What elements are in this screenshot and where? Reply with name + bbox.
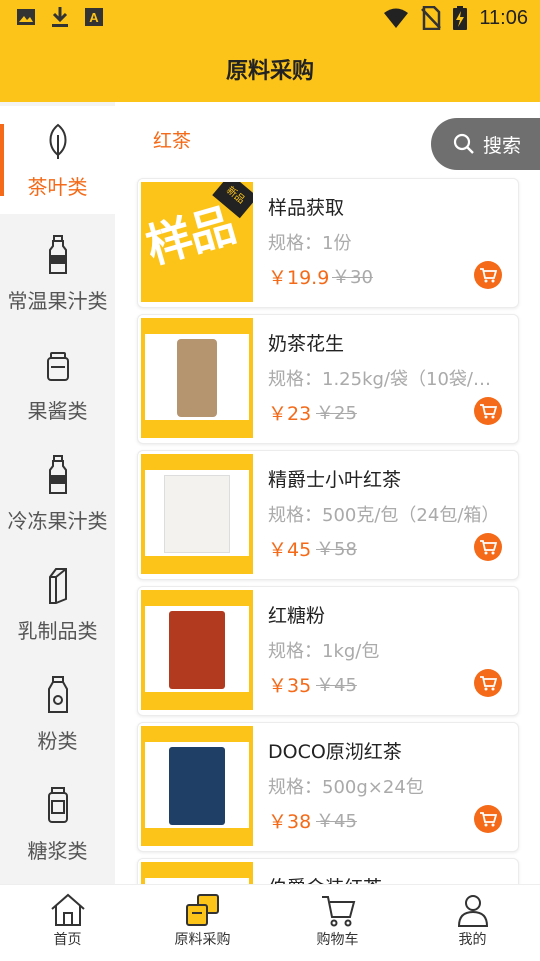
product-image: 样品 新品 [141, 182, 253, 302]
status-right-icons: 11:06 [383, 6, 528, 30]
app-header: 原料采购 [0, 36, 540, 102]
sidebar-item-jam[interactable]: 果酱类 [0, 330, 115, 438]
product-image [141, 590, 253, 710]
product-card[interactable]: DOCO原沏红茶 规格：500g×24包 ￥38 ￥45 [137, 722, 519, 852]
image-icon [17, 9, 35, 25]
no-sim-icon [421, 6, 442, 30]
bottle-icon [48, 234, 67, 274]
product-name: 红糖粉 [268, 605, 326, 627]
product-image [141, 726, 253, 846]
product-original-price: ￥45 [316, 675, 357, 696]
product-card[interactable]: 奶茶花生 规格：1.25kg/袋（10袋/… ￥23 ￥25 [137, 314, 519, 444]
status-left-icons: A [16, 6, 104, 28]
leaf-icon [49, 123, 66, 159]
cart-icon [480, 404, 497, 419]
battery-charging-icon [453, 6, 468, 30]
product-card[interactable]: 精爵士小叶红茶 规格：500克/包（24包/箱） ￥45 ￥58 [137, 450, 519, 580]
wifi-icon [384, 8, 409, 28]
product-name: 伯爵金装红茶 [268, 873, 382, 884]
tab-label: 购物车 [316, 932, 359, 948]
cart-icon [480, 676, 497, 691]
cart-icon [321, 896, 355, 927]
product-name: DOCO原沏红茶 [268, 741, 402, 763]
product-card[interactable]: 伯爵金装红茶 [137, 858, 519, 884]
sidebar-item-label: 冷冻果汁类 [7, 508, 108, 533]
home-icon [50, 893, 85, 926]
product-spec: 规格：1kg/包 [268, 641, 380, 662]
sidebar-item-ambient-juice[interactable]: 常温果汁类 [0, 220, 115, 328]
add-to-cart-button[interactable] [474, 261, 502, 289]
product-panel: 红茶 搜索 样品 新品 样品获取 规格：1份 ￥19.9 ￥30 奶茶花生 规格：… [115, 102, 540, 884]
bottom-tab-bar: 首页 原料采购 购物车 我的 [0, 884, 540, 961]
product-name: 奶茶花生 [268, 333, 345, 355]
product-name: 精爵士小叶红茶 [268, 469, 402, 491]
product-image [141, 862, 253, 884]
product-card[interactable]: 红糖粉 规格：1kg/包 ￥35 ￥45 [137, 586, 519, 716]
add-to-cart-button[interactable] [474, 805, 502, 833]
font-icon: A [85, 8, 103, 26]
jar-icon [47, 786, 68, 823]
add-to-cart-button[interactable] [474, 669, 502, 697]
tab-home[interactable]: 首页 [0, 885, 135, 961]
sidebar-item-label: 糖浆类 [27, 838, 88, 863]
product-price: ￥23 [268, 403, 312, 425]
add-to-cart-button[interactable] [474, 397, 502, 425]
product-price: ￥19.9 [268, 267, 330, 289]
sidebar-item-label: 茶叶类 [27, 174, 88, 199]
page-title: 原料采购 [225, 59, 314, 84]
download-icon [52, 7, 68, 27]
sidebar-item-label: 粉类 [37, 728, 78, 753]
sidebar-item-frozen-juice[interactable]: 冷冻果汁类 [0, 440, 115, 548]
product-image [141, 454, 253, 574]
svg-text:A: A [89, 10, 99, 25]
product-price: ￥35 [268, 675, 312, 697]
product-spec: 规格：500克/包（24包/箱） [268, 505, 500, 526]
milk-carton-icon [47, 675, 68, 713]
product-original-price: ￥45 [316, 811, 357, 832]
sidebar-item-powder[interactable]: 粉类 [0, 660, 115, 768]
sidebar-item-label: 乳制品类 [17, 618, 98, 643]
jar-icon [46, 351, 69, 381]
product-original-price: ￥30 [332, 267, 373, 288]
milk-carton-icon [48, 567, 67, 604]
cart-icon [480, 268, 497, 283]
cart-icon [480, 812, 497, 827]
sidebar-item-dairy[interactable]: 乳制品类 [0, 550, 115, 658]
sidebar-item-tea[interactable]: 茶叶类 [0, 106, 115, 214]
tab-cart[interactable]: 购物车 [270, 885, 405, 961]
search-icon [453, 133, 474, 154]
product-spec: 规格：1.25kg/袋（10袋/… [268, 369, 491, 390]
tab-label: 原料采购 [174, 932, 231, 948]
user-icon [457, 895, 488, 927]
search-label: 搜索 [483, 134, 522, 157]
product-price: ￥38 [268, 811, 312, 833]
tab-label: 我的 [458, 932, 487, 948]
category-sidebar: 茶叶类 常温果汁类 果酱类 冷冻果汁类 乳制品类 粉类 糖浆类 [0, 102, 115, 884]
product-name: 样品获取 [268, 197, 345, 219]
tab-label: 首页 [53, 932, 82, 948]
sidebar-item-label: 果酱类 [27, 398, 88, 423]
status-bar: A 11:06 [0, 0, 540, 36]
cart-icon [480, 540, 497, 555]
add-to-cart-button[interactable] [474, 533, 502, 561]
tab-mine[interactable]: 我的 [405, 885, 540, 961]
product-original-price: ￥25 [316, 403, 357, 424]
product-price: ￥45 [268, 539, 312, 561]
product-image [141, 318, 253, 438]
sidebar-item-syrup[interactable]: 糖浆类 [0, 770, 115, 878]
product-card[interactable]: 样品 新品 样品获取 规格：1份 ￥19.9 ￥30 [137, 178, 519, 308]
bottle-icon [48, 454, 67, 494]
search-button[interactable]: 搜索 [431, 118, 540, 170]
product-spec: 规格：500g×24包 [268, 777, 424, 798]
status-time: 11:06 [479, 6, 528, 29]
tab-purchase[interactable]: 原料采购 [135, 885, 270, 961]
sidebar-item-label: 常温果汁类 [7, 288, 108, 313]
section-title: 红茶 [153, 130, 192, 152]
purchase-icon [185, 894, 219, 926]
product-original-price: ￥58 [316, 539, 357, 560]
product-spec: 规格：1份 [268, 233, 352, 254]
